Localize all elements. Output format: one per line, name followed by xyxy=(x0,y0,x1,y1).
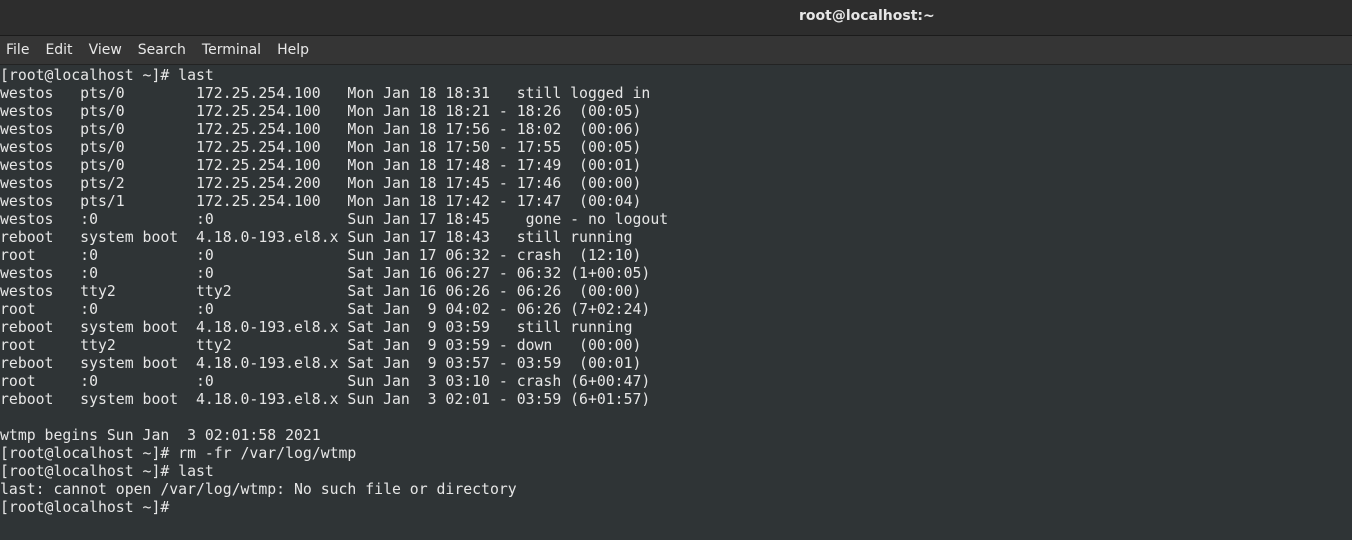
terminal-line: root :0 :0 Sun Jan 17 06:32 - crash (12:… xyxy=(0,247,642,264)
menu-edit[interactable]: Edit xyxy=(45,42,72,58)
terminal-line: westos pts/0 172.25.254.100 Mon Jan 18 1… xyxy=(0,103,642,120)
terminal-line: last: cannot open /var/log/wtmp: No such… xyxy=(0,481,517,498)
terminal-line: [root@localhost ~]# rm -fr /var/log/wtmp xyxy=(0,445,357,462)
terminal-line: westos pts/0 172.25.254.100 Mon Jan 18 1… xyxy=(0,139,642,156)
terminal-line: root :0 :0 Sun Jan 3 03:10 - crash (6+00… xyxy=(0,373,651,390)
title-bar[interactable]: root@localhost:~ xyxy=(0,0,1352,36)
terminal-line: westos :0 :0 Sat Jan 16 06:27 - 06:32 (1… xyxy=(0,265,651,282)
terminal-line: reboot system boot 4.18.0-193.el8.x Sun … xyxy=(0,229,633,246)
terminal-line: root :0 :0 Sat Jan 9 04:02 - 06:26 (7+02… xyxy=(0,301,651,318)
terminal-line: reboot system boot 4.18.0-193.el8.x Sat … xyxy=(0,355,642,372)
menu-terminal[interactable]: Terminal xyxy=(202,42,261,58)
terminal-line: reboot system boot 4.18.0-193.el8.x Sun … xyxy=(0,391,651,408)
terminal-line: westos pts/0 172.25.254.100 Mon Jan 18 1… xyxy=(0,85,651,102)
terminal-line: westos :0 :0 Sun Jan 17 18:45 gone - no … xyxy=(0,211,669,228)
terminal-output[interactable]: [root@localhost ~]# last westos pts/0 17… xyxy=(0,65,1352,540)
menu-file[interactable]: File xyxy=(6,42,29,58)
terminal-prompt-line[interactable]: [root@localhost ~]# xyxy=(0,499,1352,517)
terminal-line: root tty2 tty2 Sat Jan 9 03:59 - down (0… xyxy=(0,337,642,354)
menu-search[interactable]: Search xyxy=(138,42,186,58)
terminal-line: westos pts/1 172.25.254.100 Mon Jan 18 1… xyxy=(0,193,642,210)
terminal-line: westos tty2 tty2 Sat Jan 16 06:26 - 06:2… xyxy=(0,283,642,300)
terminal-window: root@localhost:~ File Edit View Search T… xyxy=(0,0,1352,540)
terminal-line: wtmp begins Sun Jan 3 02:01:58 2021 xyxy=(0,427,321,444)
terminal-line: reboot system boot 4.18.0-193.el8.x Sat … xyxy=(0,319,633,336)
terminal-line: westos pts/0 172.25.254.100 Mon Jan 18 1… xyxy=(0,157,642,174)
menu-help[interactable]: Help xyxy=(277,42,309,58)
menu-bar: File Edit View Search Terminal Help xyxy=(0,36,1352,65)
terminal-line: [root@localhost ~]# last xyxy=(0,67,214,84)
window-title: root@localhost:~ xyxy=(799,8,935,24)
menu-view[interactable]: View xyxy=(89,42,122,58)
terminal-line: westos pts/0 172.25.254.100 Mon Jan 18 1… xyxy=(0,121,642,138)
terminal-prompt: [root@localhost ~]# xyxy=(0,499,179,516)
terminal-cursor xyxy=(178,500,187,516)
terminal-line: [root@localhost ~]# last xyxy=(0,463,214,480)
terminal-line: westos pts/2 172.25.254.200 Mon Jan 18 1… xyxy=(0,175,642,192)
